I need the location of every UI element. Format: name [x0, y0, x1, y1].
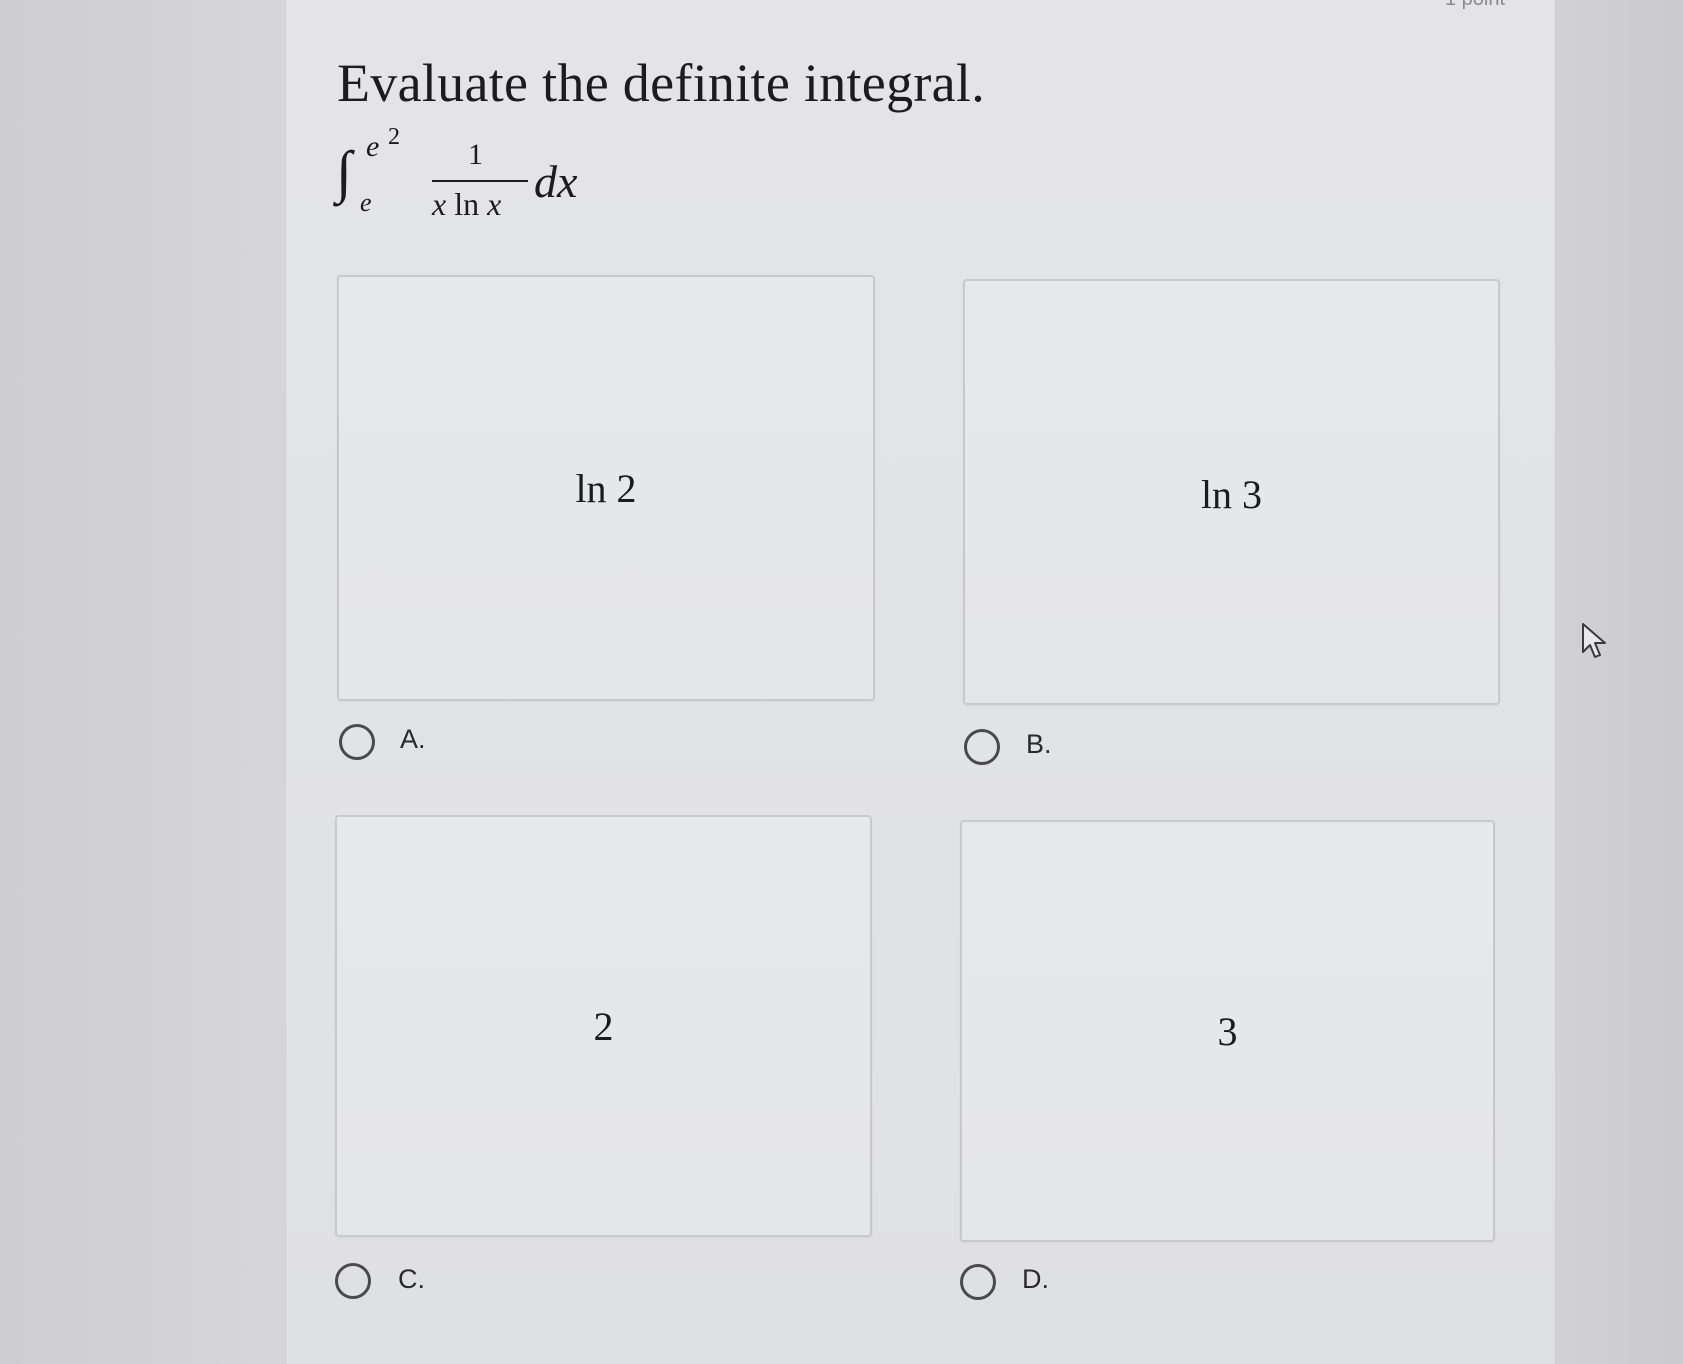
option-c-value: 2	[593, 1004, 614, 1049]
fraction-bar	[432, 180, 528, 182]
denominator-x: x	[432, 186, 447, 222]
upper-limit-exponent: 2	[388, 124, 400, 150]
option-a-label: A.	[400, 724, 426, 754]
option-c-box[interactable]: 2	[335, 815, 872, 1237]
option-a-box[interactable]: ln 2	[337, 275, 875, 701]
right-margin	[1556, 0, 1683, 1364]
fraction-denominator: x ln x	[432, 186, 501, 223]
denominator-ln: ln	[454, 186, 480, 222]
differential: dx	[534, 156, 578, 207]
denominator-x-arg: x	[487, 186, 502, 222]
option-a-value: ln 2	[575, 466, 637, 511]
lower-limit: e	[360, 188, 372, 217]
option-a-radio[interactable]	[339, 724, 375, 760]
option-d-radio[interactable]	[960, 1264, 996, 1300]
points-label: 1 point	[1445, 0, 1505, 11]
option-c-label: C.	[398, 1264, 425, 1294]
option-c-radio[interactable]	[335, 1263, 371, 1299]
integral-sign: ∫	[336, 139, 352, 204]
option-d-value: 3	[1217, 1009, 1238, 1054]
arrow-pointer-icon	[1582, 623, 1606, 658]
option-b-value: ln 3	[1200, 472, 1263, 517]
upper-limit-base: e	[366, 130, 380, 163]
option-b-box[interactable]: ln 3	[963, 279, 1500, 705]
option-b-label: B.	[1026, 729, 1052, 759]
option-d-label: D.	[1022, 1264, 1049, 1294]
option-b-radio[interactable]	[964, 729, 1000, 765]
fraction-numerator: 1	[468, 138, 483, 171]
question-title: Evaluate the definite integral.	[337, 53, 986, 113]
option-d-box[interactable]: 3	[960, 820, 1495, 1242]
